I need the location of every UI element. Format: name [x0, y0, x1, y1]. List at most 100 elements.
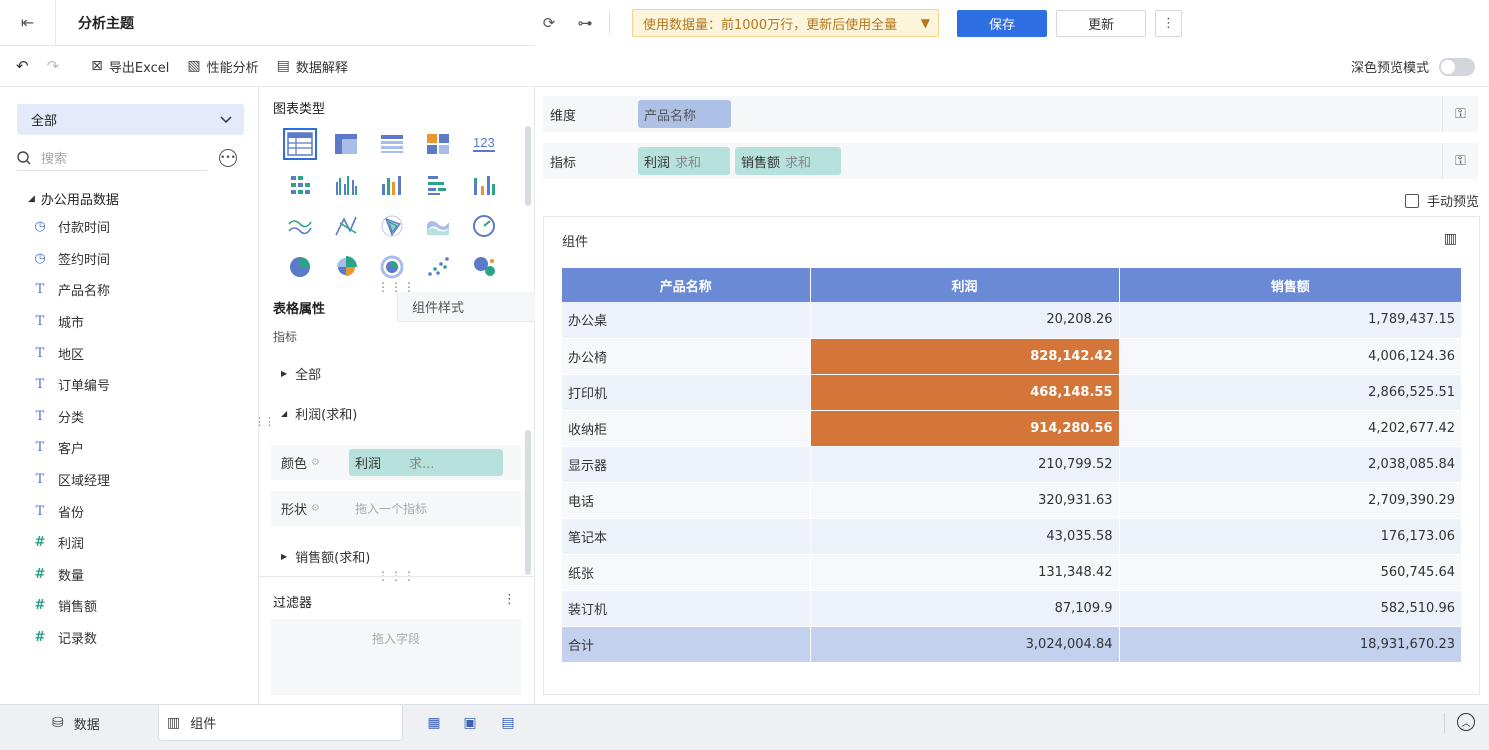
settings-icon[interactable]: ⚿: [1442, 96, 1478, 132]
chart-type-rose-icon[interactable]: [323, 246, 369, 287]
add-report-icon[interactable]: ▤: [498, 713, 518, 733]
add-crosstab-icon[interactable]: ▣: [460, 713, 480, 733]
profit-cell: 20,208.26: [810, 302, 1120, 339]
more-options-icon[interactable]: •••: [219, 149, 237, 167]
divider: [259, 576, 535, 577]
chart-type-stacked-bar-icon[interactable]: [461, 164, 507, 205]
field-item[interactable]: # 利润: [33, 527, 110, 559]
update-button[interactable]: 更新: [1056, 9, 1146, 37]
undo-icon[interactable]: ↶: [16, 57, 29, 75]
tab-table-properties[interactable]: 表格属性: [259, 292, 397, 322]
color-label: 颜色: [281, 457, 308, 472]
performance-analysis-button[interactable]: ▧ 性能分析: [187, 57, 258, 76]
tab-widget-style[interactable]: 组件样式: [397, 292, 535, 322]
column-header[interactable]: 利润: [810, 268, 1120, 302]
caret-right-icon: ▶: [281, 552, 288, 561]
chart-type-scatter-icon[interactable]: [415, 246, 461, 287]
perf-label: 性能分析: [206, 60, 259, 76]
chart-type-number-icon[interactable]: 123: [461, 123, 507, 164]
field-item[interactable]: T 订单编号: [33, 369, 110, 401]
field-item[interactable]: ◷ 付款时间: [33, 211, 110, 243]
column-header[interactable]: 产品名称: [562, 268, 811, 302]
measure-pill-sales[interactable]: 销售额 求和: [735, 147, 841, 175]
data-explain-button[interactable]: ▤ 数据解释: [277, 57, 348, 76]
chevron-up-icon[interactable]: ︿: [1457, 713, 1475, 731]
exit-icon[interactable]: ⇤: [0, 0, 56, 46]
barcode-icon[interactable]: ▥: [1444, 231, 1457, 247]
field-item[interactable]: ◷ 签约时间: [33, 243, 110, 275]
measure-name: 销售额: [741, 155, 781, 171]
table-row: 办公桌 20,208.26 1,789,437.15: [562, 302, 1462, 339]
dark-mode-toggle[interactable]: [1439, 57, 1475, 76]
more-vertical-icon[interactable]: ⋮: [503, 592, 516, 607]
chart-type-grid: 123: [277, 123, 507, 287]
refresh-icon[interactable]: ⟳: [535, 9, 563, 37]
chart-type-line-icon[interactable]: [277, 205, 323, 246]
property-profit[interactable]: ◢ 利润(求和): [281, 404, 357, 423]
scrollbar[interactable]: [525, 126, 531, 206]
lineage-icon[interactable]: ⊶: [571, 9, 599, 37]
gear-icon[interactable]: ⚙: [311, 457, 320, 468]
measure-label: 指标: [550, 155, 577, 171]
chart-type-pie-icon[interactable]: [277, 246, 323, 287]
resize-handle[interactable]: ⋮⋮⋮: [377, 281, 416, 293]
field-item[interactable]: # 数量: [33, 559, 110, 591]
widget-container: 组件 ▥ 产品名称 利润 销售额 办公桌 20,208.26 1,789,437.1…: [543, 216, 1480, 695]
field-item[interactable]: T 分类: [33, 401, 110, 433]
field-label: 客户: [58, 442, 85, 458]
chart-type-gauge-icon[interactable]: [461, 205, 507, 246]
chart-type-horizontal-bar-icon[interactable]: [415, 164, 461, 205]
data-volume-notice[interactable]: 使用数据量：前1000万行，更新后使用全量 ▼: [632, 9, 939, 37]
chart-type-bar-icon[interactable]: [369, 164, 415, 205]
property-sales[interactable]: ▶ 销售额(求和): [281, 547, 370, 566]
chart-type-table-icon[interactable]: [277, 123, 323, 164]
gear-icon[interactable]: ⚙: [311, 503, 320, 514]
dimension-pill[interactable]: 产品名称: [638, 100, 731, 128]
field-item[interactable]: T 客户: [33, 432, 110, 464]
save-button[interactable]: 保存: [957, 9, 1047, 37]
field-label: 利润: [58, 537, 85, 553]
field-item[interactable]: T 城市: [33, 306, 110, 338]
chart-type-bubble-icon[interactable]: [461, 246, 507, 287]
search-box[interactable]: 搜索: [17, 145, 207, 171]
measure-pill-profit[interactable]: 利润 求和: [638, 147, 730, 175]
redo-icon[interactable]: ↷: [47, 57, 60, 75]
property-all[interactable]: ▶ 全部: [281, 364, 321, 383]
profit-cell: 43,035.58: [810, 518, 1120, 555]
export-excel-button[interactable]: ⊠ 导出Excel: [91, 57, 169, 76]
settings-icon[interactable]: ⚿: [1442, 143, 1478, 179]
field-item[interactable]: T 区域经理: [33, 464, 110, 496]
filter-dropzone[interactable]: 拖入字段: [271, 619, 521, 695]
chart-type-grouped-table-icon[interactable]: [277, 164, 323, 205]
tab-widget[interactable]: ▥ 组件: [158, 705, 403, 741]
chart-type-area-icon[interactable]: [415, 205, 461, 246]
manual-preview-checkbox[interactable]: [1404, 193, 1419, 208]
sales-cell: 176,173.06: [1119, 518, 1462, 555]
chart-type-radar-line-icon[interactable]: [323, 205, 369, 246]
table-row: 办公椅 828,142.42 4,006,124.36: [562, 338, 1462, 375]
field-item[interactable]: # 记录数: [33, 622, 110, 654]
color-measure-chip[interactable]: 利润 求...: [349, 449, 503, 476]
field-item[interactable]: T 产品名称: [33, 274, 110, 306]
chart-types-title: 图表类型: [273, 102, 326, 117]
field-item[interactable]: T 省份: [33, 495, 110, 527]
column-header[interactable]: 销售额: [1119, 268, 1462, 302]
dataset-node[interactable]: ◢ 办公用品数据: [28, 189, 119, 208]
chart-type-detail-table-icon[interactable]: [369, 123, 415, 164]
shape-dropzone[interactable]: 拖入一个指标: [355, 500, 427, 517]
top-bar: ⇤ 分析主题 ⟳ ⊶ 使用数据量：前1000万行，更新后使用全量 ▼ 保存 更新…: [0, 0, 1489, 46]
chart-type-grouped-bar-icon[interactable]: [323, 164, 369, 205]
add-widget-icon[interactable]: ▦: [424, 713, 444, 733]
property-profit-label: 利润(求和): [295, 408, 358, 423]
search-input[interactable]: 搜索: [41, 148, 67, 167]
field-item[interactable]: # 销售额: [33, 590, 110, 622]
chart-type-radar-icon[interactable]: [369, 205, 415, 246]
product-name-cell: 电话: [562, 482, 811, 519]
dataset-filter-select[interactable]: 全部: [17, 104, 244, 135]
tab-data[interactable]: ⛁ 数据: [52, 705, 100, 741]
chart-type-crosstab-icon[interactable]: [323, 123, 369, 164]
scrollbar[interactable]: [525, 430, 531, 575]
more-button[interactable]: ⋮: [1155, 9, 1182, 37]
chart-type-kpi-card-icon[interactable]: [415, 123, 461, 164]
field-item[interactable]: T 地区: [33, 337, 110, 369]
